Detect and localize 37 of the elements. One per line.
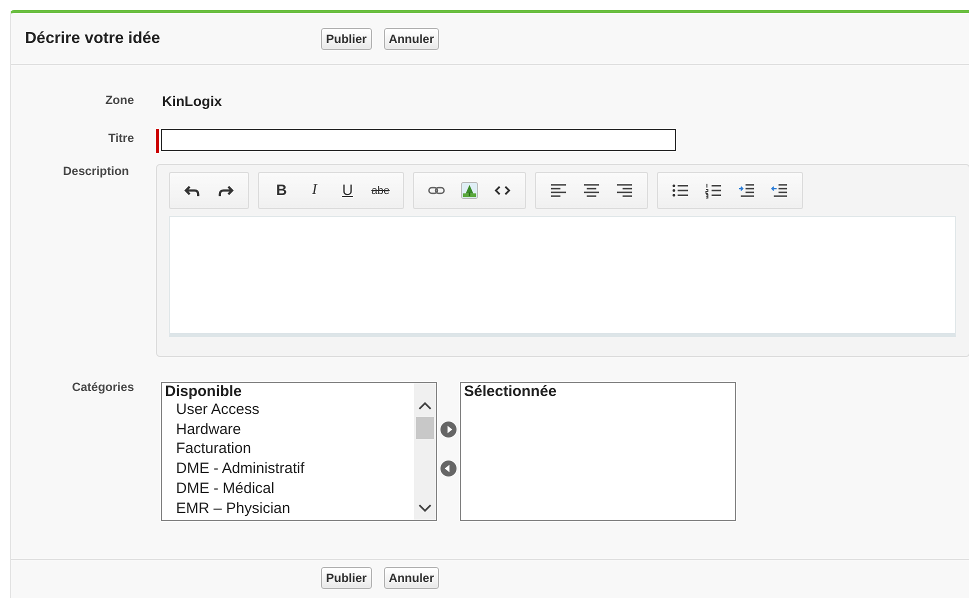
field-label: Titre	[107, 130, 135, 147]
list-option[interactable]: EMR – Physician	[162, 498, 414, 518]
bulleted-list-icon[interactable]	[672, 182, 689, 199]
align-right-icon[interactable]	[616, 182, 633, 199]
list-option[interactable]: DME - Administratif	[162, 459, 414, 479]
button[interactable]: Annuler	[384, 28, 440, 50]
list-heading: Sélectionnée	[463, 383, 558, 400]
list-option[interactable]: User Access	[162, 400, 414, 420]
underline-button[interactable]: U	[331, 182, 364, 199]
indent-icon[interactable]	[738, 182, 755, 199]
available-list[interactable]: Disponible User Access Hardware Facturation DME - Administratif DME - Médical EMR – Physician	[161, 382, 437, 521]
list-heading: Disponible	[164, 383, 243, 400]
scroll-up-icon[interactable]	[418, 401, 432, 410]
list-option[interactable]: DME - Médical	[162, 478, 414, 499]
scroll-thumb[interactable]	[416, 417, 434, 439]
bold-button[interactable]: B	[265, 182, 298, 199]
italic-button[interactable]: I	[298, 182, 331, 199]
strikethrough-button[interactable]: abe	[364, 184, 397, 196]
selected-list[interactable]: Sélectionnée	[460, 382, 736, 521]
list-option[interactable]: Hardware	[162, 420, 414, 440]
page-title: Décrire votre idée	[25, 30, 162, 48]
numbered-list-icon[interactable]	[705, 182, 722, 199]
list-option[interactable]: Facturation	[162, 439, 414, 460]
button[interactable]: Publier	[321, 567, 372, 589]
field-label: Catégories	[70, 379, 135, 396]
image-icon[interactable]	[461, 182, 478, 199]
align-left-icon[interactable]	[550, 182, 567, 199]
title-input[interactable]	[161, 129, 676, 151]
align-center-icon[interactable]	[583, 182, 600, 199]
field-label: Description	[62, 164, 130, 180]
button[interactable]: Annuler	[384, 567, 440, 589]
scroll-down-icon[interactable]	[418, 504, 432, 513]
scrollbar[interactable]	[414, 383, 436, 520]
field-label: Zone	[104, 93, 135, 109]
outdent-icon[interactable]	[771, 182, 788, 199]
button[interactable]: Publier	[321, 28, 372, 50]
field-value: KinLogix	[162, 93, 223, 109]
